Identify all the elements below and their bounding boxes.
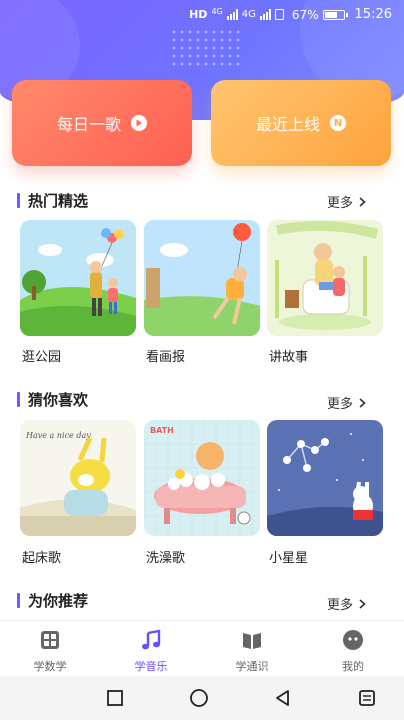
clock: 15:26 — [354, 7, 392, 22]
status-bar: HD 4G 4G 67% 15:26 — [0, 0, 404, 30]
more-button-guess[interactable]: 更多 — [327, 393, 366, 412]
thumb-park[interactable] — [20, 220, 136, 336]
bottom-navigation: 学数学 学音乐 学通识 我的 — [0, 620, 404, 677]
more-button-hot[interactable]: 更多 — [327, 192, 366, 211]
thumb-label-wakeup: 起床歌 — [22, 551, 62, 566]
section-title-hot: 热门精选 — [17, 190, 88, 211]
wakeup-illustration: Have a nice day — [20, 420, 136, 536]
thumb-label-poster: 看画报 — [146, 350, 186, 365]
chevron-right-icon — [359, 397, 366, 408]
nav-music[interactable]: 学音乐 — [106, 629, 196, 674]
new-badge-icon: N — [330, 115, 346, 131]
menu-icon[interactable] — [358, 689, 376, 707]
recents-square-icon[interactable] — [106, 689, 124, 707]
nav-profile-label: 我的 — [342, 660, 364, 673]
signal-icon — [226, 9, 238, 20]
profile-face-icon — [343, 630, 363, 650]
thumb-label-story: 讲故事 — [269, 350, 309, 365]
thumb-label-star: 小星星 — [269, 551, 309, 566]
nav-music-label: 学音乐 — [134, 660, 168, 673]
thumb-story[interactable] — [267, 220, 383, 336]
sim-card-icon — [274, 9, 284, 20]
story-illustration — [267, 220, 383, 336]
little-star-illustration — [267, 420, 383, 536]
battery-percent: 67% — [291, 7, 319, 22]
music-note-icon — [142, 629, 161, 650]
calculator-icon — [41, 631, 59, 649]
park-illustration — [20, 220, 136, 336]
section-title-guess: 猜你喜欢 — [17, 389, 88, 410]
play-icon — [131, 115, 147, 131]
thumb-little-star[interactable] — [267, 420, 383, 536]
recently-online-card[interactable]: 最近上线 N — [211, 80, 391, 166]
chevron-right-icon — [359, 598, 366, 609]
wakeup-caption: Have a nice day — [25, 431, 91, 440]
battery-icon — [322, 9, 348, 20]
back-triangle-icon[interactable] — [274, 689, 292, 707]
nav-math[interactable]: 学数学 — [5, 629, 95, 674]
thumb-wakeup-song[interactable]: Have a nice day — [20, 420, 136, 536]
signal-icon-2 — [259, 9, 271, 20]
nav-general[interactable]: 学通识 — [207, 629, 297, 674]
poster-illustration — [144, 220, 260, 336]
chevron-right-icon — [359, 196, 366, 207]
network-type: HD — [189, 8, 208, 21]
daily-song-card[interactable]: 每日一歌 — [12, 80, 192, 166]
thumb-label-bath: 洗澡歌 — [146, 551, 186, 566]
book-icon — [243, 633, 261, 649]
daily-song-label: 每日一歌 — [56, 115, 121, 134]
section-title-recommend: 为你推荐 — [17, 590, 88, 611]
system-navigation-bar — [0, 676, 404, 720]
bath-illustration: BATH — [144, 420, 260, 536]
bath-caption: BATH — [150, 426, 174, 435]
signal-label-1: 4G — [211, 7, 223, 16]
recently-online-label: 最近上线 — [255, 115, 320, 134]
nav-profile[interactable]: 我的 — [308, 629, 398, 674]
signal-label-2: 4G — [241, 9, 256, 20]
nav-general-label: 学通识 — [235, 660, 269, 673]
thumb-label-park: 逛公园 — [22, 350, 62, 365]
more-button-recommend[interactable]: 更多 — [327, 594, 366, 613]
nav-math-label: 学数学 — [33, 660, 67, 673]
thumb-poster[interactable] — [144, 220, 260, 336]
dot-pattern — [170, 28, 240, 68]
home-circle-icon[interactable] — [189, 688, 209, 708]
thumb-bath-song[interactable]: BATH — [144, 420, 260, 536]
